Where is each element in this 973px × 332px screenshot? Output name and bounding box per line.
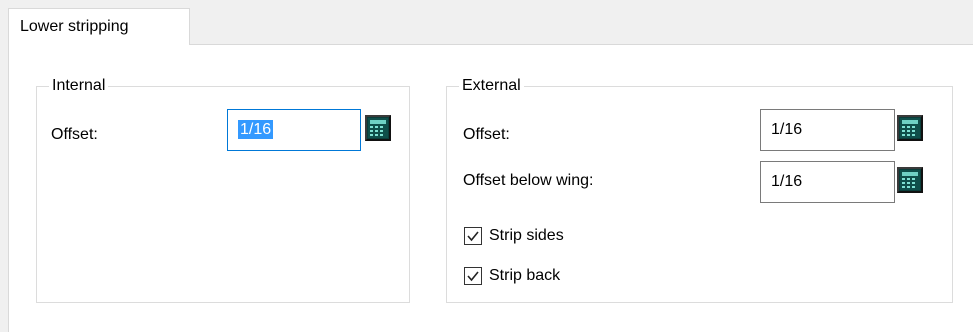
strip-back-label[interactable]: Strip back	[489, 266, 560, 286]
checkmark-icon	[467, 231, 479, 242]
internal-offset-label: Offset:	[51, 126, 98, 143]
tab-strip: Lower stripping	[0, 0, 973, 46]
tab-lower-stripping[interactable]: Lower stripping	[8, 8, 190, 45]
strip-sides-label[interactable]: Strip sides	[489, 226, 564, 246]
offset-below-wing-label: Offset below wing:	[463, 172, 594, 189]
internal-offset-input[interactable]: 1/16	[227, 109, 361, 151]
external-offset-value: 1/16	[771, 121, 803, 138]
offset-below-wing-value: 1/16	[771, 173, 803, 190]
calculator-icon[interactable]	[897, 115, 923, 141]
internal-offset-value: 1/16	[238, 120, 274, 139]
external-group-title: External	[459, 76, 524, 96]
strip-back-checkbox[interactable]	[464, 267, 482, 285]
calculator-icon[interactable]	[897, 167, 923, 193]
internal-group-title: Internal	[49, 76, 109, 96]
strip-sides-checkbox[interactable]	[464, 227, 482, 245]
external-offset-label: Offset:	[463, 126, 510, 143]
calculator-icon[interactable]	[365, 115, 391, 141]
external-offset-input[interactable]: 1/16	[760, 109, 895, 151]
checkmark-icon	[467, 271, 479, 282]
tab-panel: Internal Offset: 1/16 External Offset: 1…	[8, 44, 973, 332]
tab-label: Lower stripping	[20, 18, 129, 35]
offset-below-wing-input[interactable]: 1/16	[760, 161, 895, 203]
